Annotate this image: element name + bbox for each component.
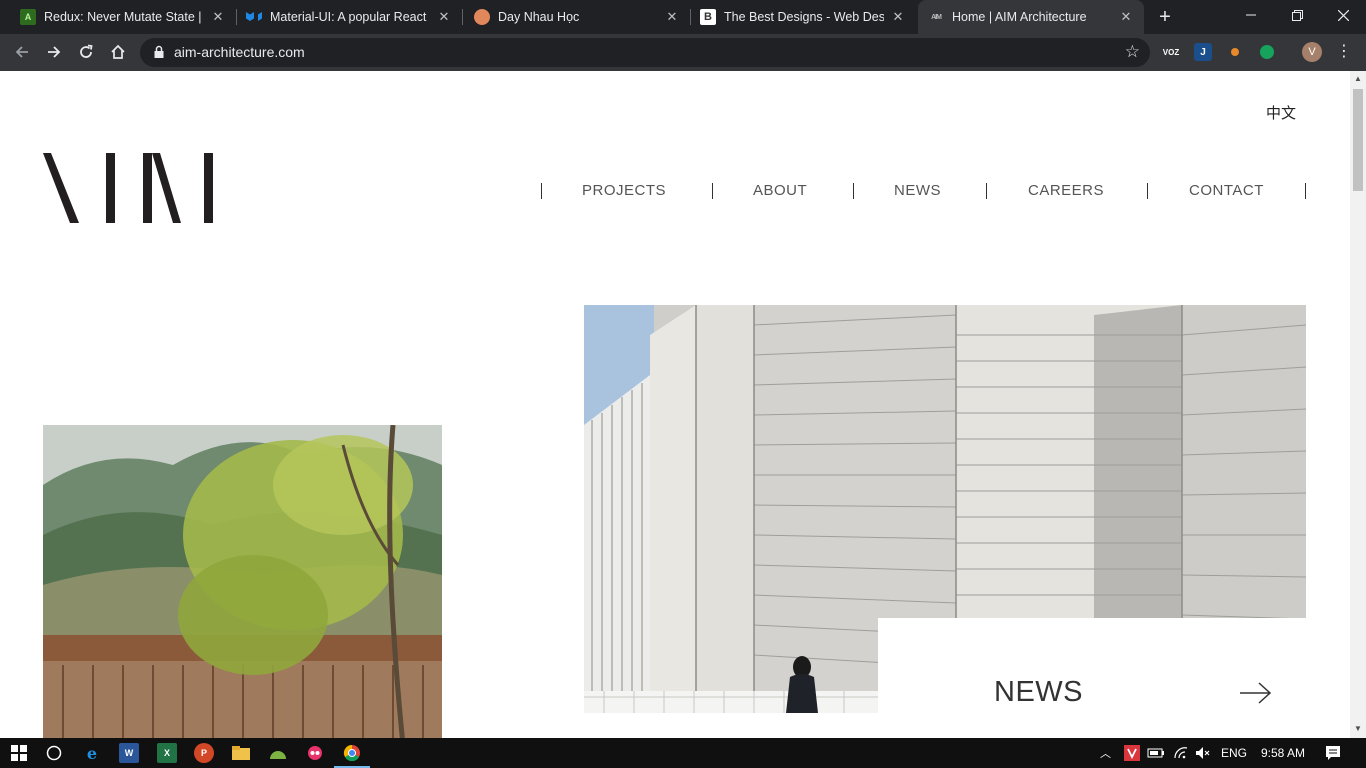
orange-extension-icon[interactable]: [1226, 43, 1244, 61]
input-language[interactable]: ENG: [1221, 738, 1247, 768]
chrome-app-icon[interactable]: [342, 743, 362, 763]
scroll-up-icon[interactable]: ▲: [1354, 75, 1362, 83]
tab-redux[interactable]: A Redux: Never Mutate State | Le ✕: [0, 0, 236, 34]
nav-careers[interactable]: CAREERS: [1028, 182, 1104, 199]
green-extension-icon[interactable]: [1258, 43, 1276, 61]
back-button[interactable]: [10, 40, 34, 64]
minimize-button[interactable]: [1228, 0, 1274, 30]
arrow-left-icon: [15, 46, 28, 58]
powerpoint-app-icon[interactable]: P: [194, 743, 214, 763]
tab-day-nhau-hoc[interactable]: Day Nhau Học ✕: [456, 0, 690, 34]
cortana-search-icon[interactable]: [44, 743, 64, 763]
windows-start-icon[interactable]: [9, 743, 29, 763]
voz-extension-icon[interactable]: VOZ: [1162, 43, 1180, 61]
redux-favicon-icon: A: [20, 9, 36, 25]
material-ui-favicon-icon: [246, 9, 262, 25]
address-bar[interactable]: aim-architecture.com ☆: [140, 38, 1150, 67]
best-designs-favicon-icon: B: [700, 9, 716, 25]
tab-title: Material-UI: A popular React U: [270, 10, 430, 24]
browser-toolbar: aim-architecture.com ☆ VOZ J V ⋮: [0, 34, 1366, 71]
tab-title: Home | AIM Architecture: [952, 10, 1087, 24]
language-toggle[interactable]: 中文: [1266, 102, 1296, 123]
tab-material-ui[interactable]: Material-UI: A popular React U ✕: [228, 0, 462, 34]
excel-app-icon[interactable]: X: [157, 743, 177, 763]
nav-news[interactable]: NEWS: [894, 182, 941, 199]
windows-taskbar: e W X P ︿ ENG 9:58 AM: [0, 738, 1366, 768]
close-icon[interactable]: ✕: [436, 9, 452, 25]
project-image-bridge[interactable]: [43, 425, 442, 738]
arrow-right-icon: [48, 46, 61, 58]
tab-title: Redux: Never Mutate State | Le: [44, 10, 204, 24]
reload-icon: [80, 44, 93, 58]
menu-dots-icon[interactable]: ⋮: [1336, 42, 1352, 62]
close-icon[interactable]: ✕: [1118, 9, 1134, 25]
web-page: 中文 PROJECTS ABOUT NEWS CAREERS CONTACT N…: [0, 71, 1350, 738]
page-scrollbar[interactable]: ▲ ▼: [1350, 71, 1366, 738]
forward-button[interactable]: [42, 40, 66, 64]
news-card[interactable]: NEWS: [878, 618, 1306, 738]
battery-icon[interactable]: [1147, 738, 1165, 768]
close-icon[interactable]: ✕: [890, 9, 906, 25]
close-window-button[interactable]: [1320, 0, 1366, 30]
close-icon[interactable]: ✕: [664, 9, 680, 25]
nav-contact[interactable]: CONTACT: [1189, 182, 1264, 199]
lock-icon: [154, 45, 164, 58]
tab-title: The Best Designs - Web Desigr: [724, 10, 884, 24]
file-explorer-icon[interactable]: [231, 743, 251, 763]
action-center-icon[interactable]: [1325, 738, 1341, 768]
day-nhau-hoc-favicon-icon: [474, 9, 490, 25]
clock[interactable]: 9:58 AM: [1261, 738, 1305, 768]
reload-button[interactable]: [74, 40, 98, 64]
url-text: aim-architecture.com: [174, 44, 305, 60]
home-button[interactable]: [106, 40, 130, 64]
tab-aim-architecture[interactable]: AIM Home | AIM Architecture ✕: [918, 0, 1144, 34]
bookmark-star-icon[interactable]: ☆: [1125, 43, 1140, 61]
close-icon[interactable]: ✕: [210, 9, 226, 25]
red-app-icon[interactable]: [305, 743, 325, 763]
tray-v-icon[interactable]: [1124, 738, 1140, 768]
arrow-right-icon[interactable]: [1240, 682, 1272, 704]
browser-tab-bar: A Redux: Never Mutate State | Le ✕ Mater…: [0, 0, 1366, 34]
tray-chevron-up-icon[interactable]: ︿: [1100, 738, 1111, 768]
nav-projects[interactable]: PROJECTS: [582, 182, 666, 199]
wifi-icon[interactable]: [1173, 738, 1189, 768]
home-icon: [111, 44, 125, 59]
restore-button[interactable]: [1274, 0, 1320, 30]
new-tab-button[interactable]: +: [1154, 6, 1176, 28]
nav-about[interactable]: ABOUT: [753, 182, 807, 199]
android-studio-icon[interactable]: [268, 743, 288, 763]
edge-browser-icon[interactable]: e: [82, 743, 102, 763]
aim-logo[interactable]: [43, 153, 215, 223]
scroll-thumb[interactable]: [1353, 89, 1363, 191]
profile-avatar[interactable]: V: [1302, 42, 1322, 62]
tab-best-designs[interactable]: B The Best Designs - Web Desigr ✕: [682, 0, 916, 34]
aim-favicon-icon: AIM: [931, 13, 942, 21]
j-extension-icon[interactable]: J: [1194, 43, 1212, 61]
scroll-down-icon[interactable]: ▼: [1354, 725, 1362, 733]
word-app-icon[interactable]: W: [119, 743, 139, 763]
tab-title: Day Nhau Học: [498, 10, 580, 24]
volume-muted-icon[interactable]: [1195, 738, 1211, 768]
news-card-label: NEWS: [994, 676, 1083, 708]
